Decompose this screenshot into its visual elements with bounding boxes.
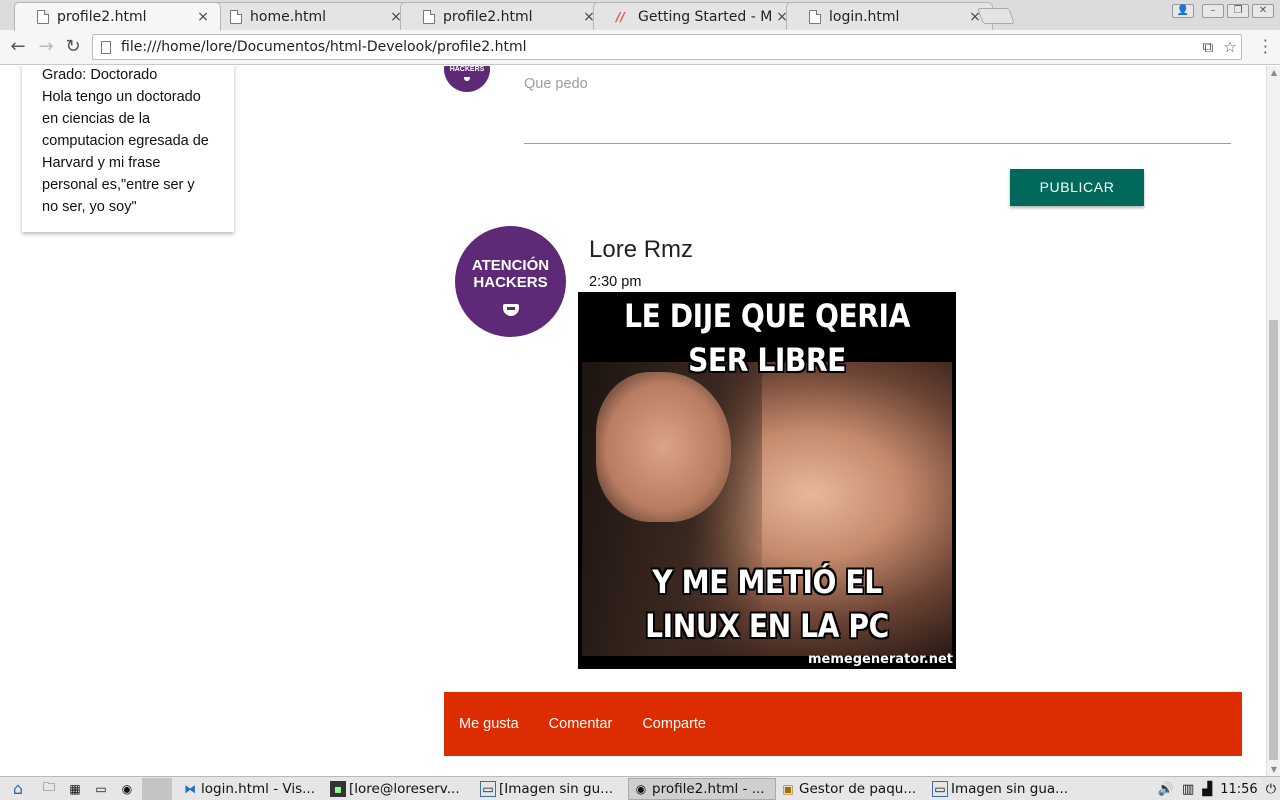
window-icon[interactable]: ▭ xyxy=(89,779,113,799)
translate-icon[interactable]: ⧉ xyxy=(1197,38,1219,56)
power-icon[interactable]: ⏻ xyxy=(1266,782,1276,797)
page-viewport: Grado: Doctorado Hola tengo un doctorado… xyxy=(0,66,1266,776)
post-textarea[interactable]: Que pedo xyxy=(524,76,1231,144)
system-tray: 🔊 ▥ ▟ 11:56 ⏻ xyxy=(1150,777,1280,800)
package-icon: ▣ xyxy=(782,781,794,796)
task-label: Imagen sin gua... xyxy=(951,780,1069,797)
task-chrome[interactable]: ◉ profile2.html - ... xyxy=(628,777,776,800)
post-time: 2:30 pm xyxy=(589,274,642,290)
profile-card: Grado: Doctorado Hola tengo un doctorado… xyxy=(22,66,234,232)
tab-getting-started[interactable]: // Getting Started - M × xyxy=(593,2,800,30)
tab-title: profile2.html xyxy=(57,9,147,25)
chrome-icon: ◉ xyxy=(635,781,647,796)
avatar-line-2: HACKERS xyxy=(473,274,548,291)
close-window-button[interactable]: ✕ xyxy=(1252,4,1274,18)
meme-watermark: memegenerator.net xyxy=(807,652,953,667)
file-manager-icon[interactable]: 🗀 xyxy=(37,779,61,799)
page-icon xyxy=(101,40,111,54)
desktop-taskbar: ⌂ 🗀 ▦ ▭ ◉ ⧓ login.html - Vis... ▪ [lore@… xyxy=(0,776,1280,800)
maximize-button[interactable]: ❐ xyxy=(1227,4,1249,18)
close-icon[interactable]: × xyxy=(196,9,210,25)
task-label: Gestor de paqu... xyxy=(799,780,917,797)
address-bar[interactable]: file:///home/lore/Documentos/html-Develo… xyxy=(92,34,1242,60)
profile-bio: Hola tengo un doctorado en ciencias de l… xyxy=(42,89,209,215)
tab-title: login.html xyxy=(829,8,900,25)
task-image-1[interactable]: ▭ [Imagen sin gu... xyxy=(476,778,628,800)
post-author: Lore Rmz xyxy=(589,236,694,263)
workspace-switcher[interactable] xyxy=(142,777,172,800)
tab-title: profile2.html xyxy=(443,8,533,25)
page-icon xyxy=(230,9,242,24)
task-vscode[interactable]: ⧓ login.html - Vis... xyxy=(178,778,326,800)
task-terminal[interactable]: ▪ [lore@loreserv... xyxy=(326,778,476,800)
meme-bottom-caption: Y ME METIÓ EL LINUX EN LA PC xyxy=(645,563,889,645)
hat-icon xyxy=(502,304,519,316)
comment-link[interactable]: Comentar xyxy=(549,716,613,732)
tab-title: home.html xyxy=(250,8,327,25)
scrollbar-thumb[interactable] xyxy=(1269,320,1278,760)
vscode-icon: ⧓ xyxy=(184,781,196,796)
publish-button[interactable]: PUBLICAR xyxy=(1010,169,1144,206)
avatar-text: HACKERS xyxy=(449,66,485,73)
avatar-line-1: ATENCIÓN xyxy=(471,257,550,274)
meme-photo-hand xyxy=(596,372,731,522)
menu-icon[interactable]: · · · xyxy=(1263,33,1268,61)
scroll-down-icon[interactable]: ▼ xyxy=(1269,765,1279,774)
workspace-icon[interactable]: ▦ xyxy=(63,779,87,799)
post-avatar: ATENCIÓN HACKERS xyxy=(455,226,566,337)
share-link[interactable]: Comparte xyxy=(642,716,706,732)
chrome-icon[interactable]: ◉ xyxy=(115,779,139,799)
signal-icon[interactable]: ▟ xyxy=(1202,782,1212,797)
post-action-bar: Me gusta Comentar Comparte xyxy=(444,692,1242,756)
tab-title: Getting Started - M xyxy=(638,8,773,25)
page-icon xyxy=(809,9,821,24)
tab-strip: profile2.html × home.html × profile2.htm… xyxy=(0,0,1280,31)
materialize-icon: // xyxy=(616,9,625,24)
like-link[interactable]: Me gusta xyxy=(459,716,519,732)
task-label: profile2.html - ... xyxy=(652,780,765,797)
network-icon[interactable]: ▥ xyxy=(1182,782,1194,797)
star-icon[interactable]: ☆ xyxy=(1219,38,1241,56)
hat-icon xyxy=(464,77,470,81)
window-icon: ▭ xyxy=(932,780,948,797)
tab-profile2[interactable]: profile2.html × xyxy=(400,2,607,30)
terminal-icon: ▪ xyxy=(330,780,346,797)
page-icon xyxy=(37,10,49,24)
reload-icon[interactable]: ↻ xyxy=(63,37,83,57)
post-image: LE DIJE QUE QERIA SER LIBRE Y ME METIÓ E… xyxy=(578,292,956,669)
window-icon: ▭ xyxy=(480,780,496,797)
task-package-manager[interactable]: ▣ Gestor de paqu... xyxy=(776,778,928,800)
page-icon xyxy=(423,9,435,24)
user-icon[interactable]: 👤 xyxy=(1172,4,1194,18)
start-menu-icon[interactable]: ⌂ xyxy=(0,778,36,800)
tab-profile2-active[interactable]: profile2.html × xyxy=(14,2,221,31)
scroll-up-icon[interactable]: ▲ xyxy=(1269,68,1279,77)
profile-grade: Grado: Doctorado xyxy=(42,67,158,83)
volume-icon[interactable]: 🔊 xyxy=(1158,782,1174,797)
url-text[interactable]: file:///home/lore/Documentos/html-Develo… xyxy=(121,39,1197,55)
post-textarea-text: Que pedo xyxy=(524,76,588,92)
forward-arrow-icon[interactable]: → xyxy=(36,37,56,57)
tab-login[interactable]: login.html × xyxy=(786,2,993,30)
task-label: [lore@loreserv... xyxy=(349,780,460,797)
composer-avatar: HACKERS xyxy=(444,66,490,92)
task-label: [Imagen sin gu... xyxy=(499,780,614,797)
tab-home[interactable]: home.html × xyxy=(207,2,414,30)
browser-toolbar: ← → ↻ file:///home/lore/Documentos/html-… xyxy=(0,30,1280,65)
task-image-2[interactable]: ▭ Imagen sin gua... xyxy=(928,778,1074,800)
meme-top-caption: LE DIJE QUE QERIA SER LIBRE xyxy=(624,297,910,379)
new-tab-button[interactable] xyxy=(977,8,1015,24)
page-scrollbar[interactable]: ▲ ▼ xyxy=(1266,66,1280,776)
task-label: login.html - Vis... xyxy=(201,780,315,797)
clock[interactable]: 11:56 xyxy=(1220,782,1257,797)
minimize-button[interactable]: – xyxy=(1202,4,1224,18)
back-arrow-icon[interactable]: ← xyxy=(8,37,28,57)
